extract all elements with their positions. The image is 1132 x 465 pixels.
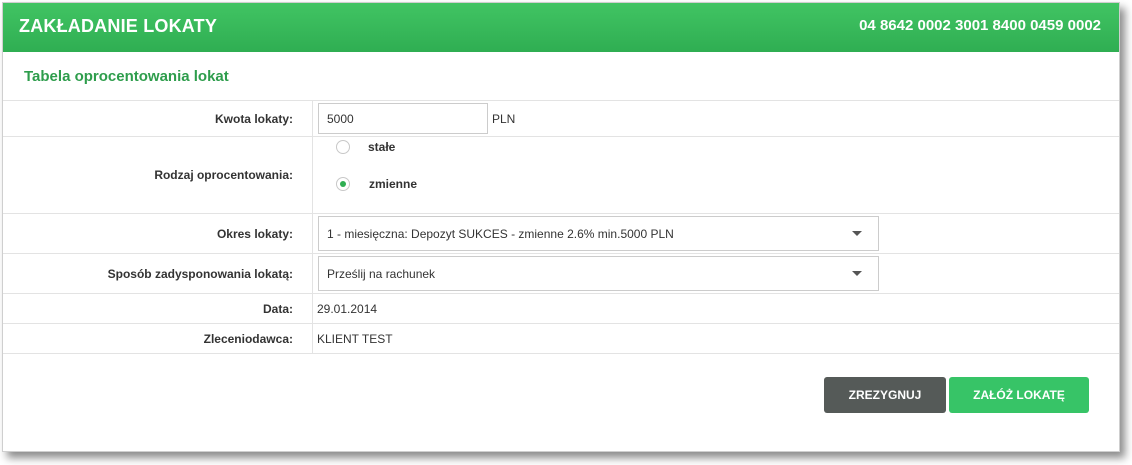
radio-option-variable[interactable]: zmienne [336, 177, 417, 191]
deposit-window: ZAKŁADANIE LOKATY 04 8642 0002 3001 8400… [2, 2, 1120, 452]
client-label: Zleceniodawca: [203, 331, 293, 346]
currency-label: PLN [492, 111, 516, 126]
row-divider [312, 137, 313, 213]
deposit-form: Kwota lokaty: PLN Rodzaj oprocentowania:… [3, 100, 1119, 354]
period-select[interactable]: 1 - miesięczna: Depozyt SUKCES - zmienne… [318, 216, 879, 251]
disposition-value-cell: Prześlij na rachunek [318, 254, 879, 293]
page-title: ZAKŁADANIE LOKATY [19, 16, 218, 36]
period-selected-value: 1 - miesięczna: Depozyt SUKCES - zmienne… [327, 226, 674, 241]
radio-option-fixed[interactable]: stałe [336, 140, 395, 154]
create-deposit-button[interactable]: ZAŁÓŻ LOKATĘ [949, 377, 1089, 413]
row-divider [312, 214, 313, 253]
interest-type-label: Rodzaj oprocentowania: [154, 168, 293, 182]
disposition-select[interactable]: Prześlij na rachunek [318, 256, 879, 291]
row-divider [312, 294, 313, 323]
period-label: Okres lokaty: [216, 226, 293, 241]
disposition-label: Sposób zadysponowania lokatą: [107, 266, 293, 281]
row-divider [312, 101, 313, 136]
radio-label-variable: zmienne [369, 177, 418, 191]
section-title: Tabela oprocentowania lokat [24, 68, 229, 85]
header-bar: ZAKŁADANIE LOKATY 04 8642 0002 3001 8400… [3, 3, 1119, 52]
amount-label: Kwota lokaty: [214, 111, 293, 126]
disposition-selected-value: Prześlij na rachunek [327, 266, 436, 281]
amount-value-cell: PLN [318, 101, 515, 136]
client-value: KLIENT TEST [317, 331, 393, 346]
interest-type-row: Rodzaj oprocentowania: stałe zmienne [3, 136, 1119, 213]
disposition-row: Sposób zadysponowania lokatą: Prześlij n… [3, 253, 1119, 293]
row-divider [312, 254, 313, 293]
date-row: Data: 29.01.2014 [3, 293, 1119, 323]
action-buttons: ZREZYGNUJ ZAŁÓŻ LOKATĘ [824, 377, 1089, 413]
date-label: Data: [262, 301, 293, 316]
period-row: Okres lokaty: 1 - miesięczna: Depozyt SU… [3, 213, 1119, 253]
amount-input[interactable] [318, 103, 488, 134]
client-row: Zleceniodawca: KLIENT TEST [3, 323, 1119, 354]
chevron-down-icon[interactable] [852, 231, 862, 236]
radio-button-fixed[interactable] [336, 140, 350, 154]
account-number: 04 8642 0002 3001 8400 0459 0002 [859, 17, 1101, 34]
date-value: 29.01.2014 [317, 301, 378, 316]
row-divider [312, 324, 313, 353]
radio-label-fixed: stałe [368, 140, 396, 154]
radio-button-variable[interactable] [336, 177, 350, 191]
amount-row: Kwota lokaty: PLN [3, 100, 1119, 136]
chevron-down-icon[interactable] [852, 271, 862, 276]
period-value-cell: 1 - miesięczna: Depozyt SUKCES - zmienne… [318, 214, 879, 253]
cancel-button[interactable]: ZREZYGNUJ [824, 377, 946, 413]
